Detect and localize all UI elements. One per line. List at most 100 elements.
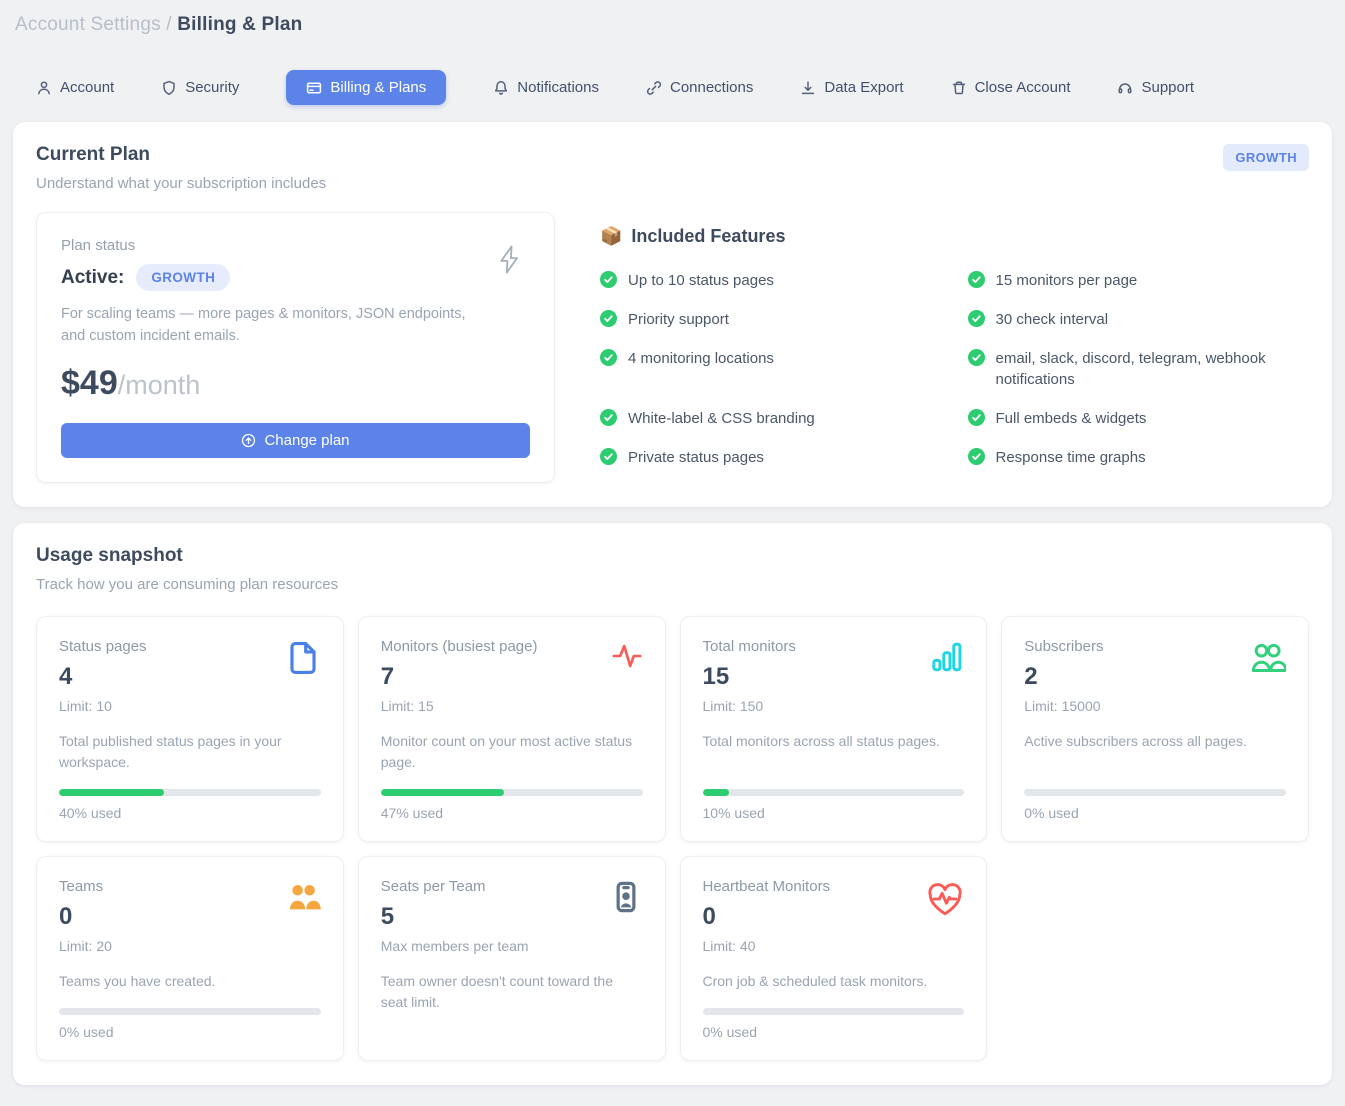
plan-status-badge: GROWTH bbox=[136, 264, 230, 291]
usage-card-value: 5 bbox=[381, 903, 529, 931]
check-circle-icon bbox=[600, 271, 617, 288]
usage-card-label: Subscribers bbox=[1024, 638, 1103, 655]
usage-progress-fill bbox=[381, 789, 504, 796]
tab-support[interactable]: Support bbox=[1117, 79, 1194, 96]
bar-chart-icon bbox=[930, 640, 964, 679]
tab-label: Account bbox=[60, 79, 114, 96]
tab-data-export[interactable]: Data Export bbox=[800, 79, 903, 96]
arrow-up-circle-icon bbox=[241, 433, 256, 448]
link-icon bbox=[646, 80, 662, 96]
tab-close-account[interactable]: Close Account bbox=[951, 79, 1071, 96]
feature-label: Private status pages bbox=[628, 447, 764, 469]
id-badge-icon bbox=[609, 880, 643, 919]
check-circle-icon bbox=[600, 349, 617, 366]
price-period: /month bbox=[118, 370, 201, 400]
feature-item: 4 monitoring locations bbox=[600, 348, 942, 392]
feature-item: White-label & CSS branding bbox=[600, 408, 942, 430]
usage-card-limit: Limit: 150 bbox=[703, 698, 796, 714]
usage-card-label: Total monitors bbox=[703, 638, 796, 655]
usage-card-value: 0 bbox=[59, 903, 112, 931]
usage-percent-label: 10% used bbox=[703, 805, 965, 821]
shield-icon bbox=[161, 80, 177, 96]
tab-billing-plans[interactable]: Billing & Plans bbox=[286, 70, 446, 105]
usage-card-status-pages: Status pages4Limit: 10Total published st… bbox=[36, 616, 344, 842]
usage-card-label: Seats per Team bbox=[381, 878, 529, 895]
usage-card-heartbeat-monitors: Heartbeat Monitors0Limit: 40Cron job & s… bbox=[680, 856, 988, 1061]
package-icon: 📦 bbox=[600, 226, 622, 247]
plan-price: $49/month bbox=[61, 364, 530, 403]
users-filled-icon bbox=[286, 880, 321, 920]
feature-item: Priority support bbox=[600, 309, 942, 331]
usage-card-description: Total published status pages in your wor… bbox=[59, 731, 321, 773]
usage-card-limit: Limit: 20 bbox=[59, 938, 112, 954]
tab-notifications[interactable]: Notifications bbox=[493, 79, 599, 96]
check-circle-icon bbox=[968, 448, 985, 465]
usage-card-label: Monitors (busiest page) bbox=[381, 638, 538, 655]
headset-icon bbox=[1117, 80, 1133, 96]
lightning-icon bbox=[493, 243, 526, 281]
current-plan-title: Current Plan bbox=[36, 144, 326, 166]
included-features-title: Included Features bbox=[631, 226, 785, 247]
usage-card-monitors-busiest-page: Monitors (busiest page)7Limit: 15Monitor… bbox=[358, 616, 666, 842]
feature-item: 30 check interval bbox=[968, 309, 1310, 331]
usage-card-description: Monitor count on your most active status… bbox=[381, 731, 643, 773]
tab-security[interactable]: Security bbox=[161, 79, 239, 96]
file-icon bbox=[285, 640, 321, 681]
user-icon bbox=[36, 80, 52, 96]
usage-percent-label: 0% used bbox=[1024, 805, 1286, 821]
current-plan-subtitle: Understand what your subscription includ… bbox=[36, 175, 326, 192]
tab-account[interactable]: Account bbox=[36, 79, 114, 96]
usage-percent-label: 47% used bbox=[381, 805, 643, 821]
usage-card-value: 4 bbox=[59, 663, 147, 691]
usage-card-limit: Limit: 10 bbox=[59, 698, 147, 714]
usage-card-description: Team owner doesn't count toward the seat… bbox=[381, 971, 643, 1013]
tab-label: Connections bbox=[670, 79, 753, 96]
usage-progress-bar bbox=[381, 789, 643, 796]
usage-progress-bar bbox=[1024, 789, 1286, 796]
change-plan-button[interactable]: Change plan bbox=[61, 423, 530, 458]
feature-label: 15 monitors per page bbox=[996, 270, 1138, 292]
feature-item: Response time graphs bbox=[968, 447, 1310, 469]
feature-item: Up to 10 status pages bbox=[600, 270, 942, 292]
usage-card-label: Teams bbox=[59, 878, 112, 895]
feature-label: 30 check interval bbox=[996, 309, 1109, 331]
bell-icon bbox=[493, 80, 509, 96]
settings-tab-bar: Account Security Billing & Plans Notificati… bbox=[36, 69, 1332, 106]
plan-tier-badge: GROWTH bbox=[1223, 144, 1309, 171]
users-outline-icon bbox=[1249, 640, 1286, 682]
feature-label: Response time graphs bbox=[996, 447, 1146, 469]
feature-item: Private status pages bbox=[600, 447, 942, 469]
tab-label: Notifications bbox=[517, 79, 599, 96]
usage-percent-label: 0% used bbox=[59, 1024, 321, 1040]
trash-icon bbox=[951, 80, 967, 96]
credit-card-icon bbox=[306, 80, 322, 96]
usage-subtitle: Track how you are consuming plan resourc… bbox=[36, 576, 1309, 593]
page-title: Billing & Plan bbox=[177, 14, 302, 35]
plan-description: For scaling teams — more pages & monitor… bbox=[61, 303, 491, 348]
check-circle-icon bbox=[968, 310, 985, 327]
check-circle-icon bbox=[968, 271, 985, 288]
usage-card-limit: Limit: 15000 bbox=[1024, 698, 1103, 714]
feature-label: Full embeds & widgets bbox=[996, 408, 1147, 430]
included-features: 📦 Included Features Up to 10 status page… bbox=[600, 212, 1309, 483]
tab-connections[interactable]: Connections bbox=[646, 79, 753, 96]
feature-label: email, slack, discord, telegram, webhook… bbox=[996, 348, 1310, 392]
feature-label: Up to 10 status pages bbox=[628, 270, 774, 292]
breadcrumb-section: Account Settings / bbox=[15, 14, 172, 35]
check-circle-icon bbox=[968, 349, 985, 366]
feature-item: Full embeds & widgets bbox=[968, 408, 1310, 430]
activity-icon bbox=[611, 640, 643, 677]
features-list: Up to 10 status pages 15 monitors per pag… bbox=[600, 270, 1309, 469]
check-circle-icon bbox=[968, 409, 985, 426]
heartbeat-icon bbox=[926, 880, 964, 923]
current-plan-panel: Current Plan Understand what your subscr… bbox=[13, 122, 1332, 507]
usage-card-description: Teams you have created. bbox=[59, 971, 321, 992]
usage-card-seats-per-team: Seats per Team5Max members per teamTeam … bbox=[358, 856, 666, 1061]
check-circle-icon bbox=[600, 409, 617, 426]
usage-card-limit: Limit: 15 bbox=[381, 698, 538, 714]
usage-card-description: Total monitors across all status pages. bbox=[703, 731, 965, 752]
tab-label: Close Account bbox=[975, 79, 1071, 96]
usage-card-teams: Teams 0 Limit: 20 Teams you have created. 0%… bbox=[36, 856, 344, 1061]
usage-progress-fill bbox=[703, 789, 729, 796]
current-plan-header: Current Plan Understand what your subscr… bbox=[36, 144, 1309, 192]
